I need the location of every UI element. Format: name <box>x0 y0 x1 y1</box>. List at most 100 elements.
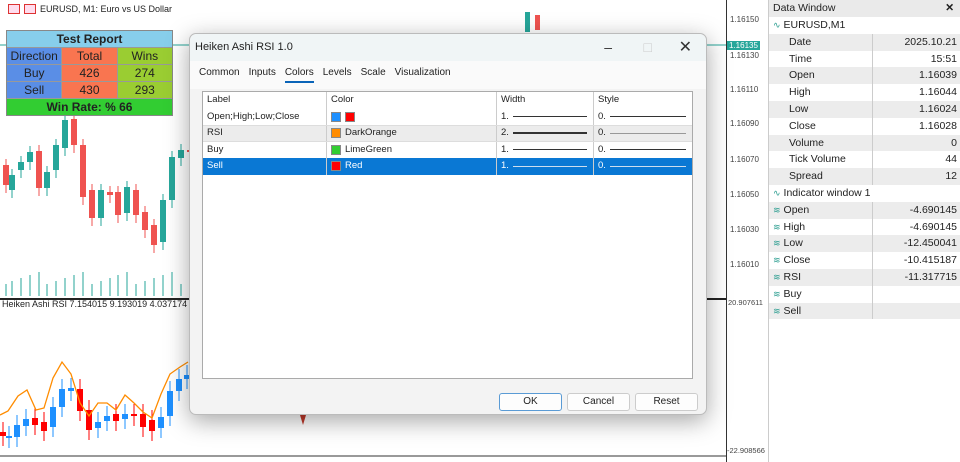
data-row: ≋ High -4.690145 <box>769 218 960 236</box>
width-select[interactable]: 1. <box>497 158 594 175</box>
symbol-icon[interactable] <box>24 4 36 14</box>
color-picker[interactable]: Red <box>327 158 497 175</box>
data-value: 1.16024 <box>919 102 957 115</box>
style-select[interactable]: 0. <box>594 142 692 159</box>
table-row[interactable]: Open;High;Low;Close 1. 0. <box>203 108 692 126</box>
style-select[interactable]: 0. <box>594 109 692 126</box>
dialog-titlebar[interactable]: Heiken Ashi RSI 1.0 – □ ✕ <box>190 34 706 61</box>
candle-body <box>124 187 130 213</box>
data-row: ≋ Low -12.450041 <box>769 235 960 253</box>
table-row-selected[interactable]: Sell Red 1. 0. <box>203 158 692 175</box>
ha-candle <box>158 417 164 428</box>
data-key: ≋ High <box>769 218 873 236</box>
data-row: Volume 0 <box>769 134 960 152</box>
style-select[interactable]: 0. <box>594 126 692 141</box>
color-swatch[interactable] <box>331 111 341 122</box>
tab-visualization[interactable]: Visualization <box>395 67 451 83</box>
candle-body <box>18 162 24 170</box>
buy-total: 426 <box>62 64 118 81</box>
win-rate: Win Rate: % 66 <box>7 98 172 115</box>
cancel-button[interactable]: Cancel <box>567 393 630 411</box>
ha-candle <box>176 379 182 391</box>
ha-candle <box>0 432 6 436</box>
close-icon[interactable]: ✕ <box>679 34 692 61</box>
ha-candle <box>77 389 83 411</box>
reset-button[interactable]: Reset <box>635 393 698 411</box>
candle-body <box>27 152 33 162</box>
price-label: 1.16050 <box>730 190 759 199</box>
price-label: 1.16090 <box>730 119 759 128</box>
indicator-min-label: -22.908566 <box>727 446 765 455</box>
data-row: Tick Volume 44 <box>769 151 960 169</box>
indicator-section: ∿ Indicator window 1 <box>773 186 871 199</box>
test-report-panel: Test Report Direction Total Wins Buy 426 274… <box>6 30 173 116</box>
width-select[interactable]: 1. <box>497 108 594 125</box>
candle-body <box>133 190 139 215</box>
color-picker[interactable]: LimeGreen <box>327 141 497 158</box>
chart-line-icon: ∿ <box>773 20 781 30</box>
data-key: ≋ Open <box>769 201 873 219</box>
ha-candle <box>140 414 146 427</box>
tab-scale[interactable]: Scale <box>361 67 386 83</box>
tab-colors[interactable]: Colors <box>284 67 314 83</box>
row-label: Open;High;Low;Close <box>203 108 327 125</box>
data-key: ≋ Sell <box>769 302 873 320</box>
style-select[interactable]: 0. <box>594 158 692 175</box>
tab-inputs[interactable]: Inputs <box>249 67 276 83</box>
table-row[interactable]: RSI DarkOrange 2. 0. <box>203 125 692 142</box>
ok-button[interactable]: OK <box>499 393 562 411</box>
color-picker[interactable] <box>327 108 497 125</box>
sell-arrow <box>300 415 306 425</box>
col-style: Style <box>598 94 620 106</box>
chart-menu-icon[interactable] <box>8 4 20 14</box>
buy-wins: 274 <box>117 64 172 81</box>
table-header: Label Color Width Style <box>203 92 692 109</box>
candle-body <box>115 192 121 215</box>
ha-candle <box>50 407 56 427</box>
data-row: Spread 12 <box>769 168 960 185</box>
indicator-icon: ≋ <box>773 288 781 299</box>
colors-table: Label Color Width Style Open;High;Low;Close… <box>202 91 693 379</box>
chart-title-text: EURUSD, M1: Euro vs US Dollar <box>40 4 173 14</box>
data-key: Tick Volume <box>769 151 873 169</box>
width-select[interactable]: 2. <box>497 126 594 141</box>
indicator-icon: ≋ <box>773 255 781 266</box>
row-label: Sell <box>203 158 327 175</box>
minimize-icon[interactable]: – <box>604 34 612 61</box>
color-swatch <box>331 161 341 172</box>
color-picker[interactable]: DarkOrange <box>327 126 497 141</box>
data-value: 15:51 <box>930 52 957 65</box>
ha-candle <box>23 419 29 426</box>
data-value: 0 <box>951 136 957 149</box>
candle-body <box>53 145 59 170</box>
tab-common[interactable]: Common <box>199 67 240 83</box>
data-row: High 1.16044 <box>769 84 960 101</box>
tab-levels[interactable]: Levels <box>323 67 352 83</box>
rsi-line <box>0 360 189 419</box>
data-row: ≋ Open -4.690145 <box>769 201 960 219</box>
color-swatch[interactable] <box>345 111 355 122</box>
data-window-title: Data Window <box>773 2 836 14</box>
table-row[interactable]: Buy LimeGreen 1. 0. <box>203 141 692 159</box>
candle-body <box>107 192 113 195</box>
ha-candle <box>14 425 20 437</box>
width-select[interactable]: 1. <box>497 141 594 158</box>
row-label: RSI <box>203 126 327 141</box>
data-value: -10.415187 <box>903 254 957 267</box>
data-value: 2025.10.21 <box>904 35 957 48</box>
indicator-icon: ≋ <box>773 221 781 232</box>
data-value: 12 <box>945 170 957 183</box>
candle-body <box>71 119 77 145</box>
data-value: -12.450041 <box>903 237 957 250</box>
price-label: 1.16070 <box>730 155 759 164</box>
candle-body <box>142 212 148 230</box>
current-price-label: 1.16135 <box>727 41 760 50</box>
price-axis[interactable]: 1.16150 1.16135 1.16130 1.16110 1.16090 … <box>726 0 768 462</box>
data-value: 1.16044 <box>919 86 957 99</box>
data-value <box>873 286 960 303</box>
ha-candle <box>59 389 65 407</box>
candle-body <box>98 190 104 218</box>
data-row: ≋ RSI -11.317715 <box>769 268 960 286</box>
close-icon[interactable]: ✕ <box>945 0 954 17</box>
ha-candle <box>6 436 12 438</box>
